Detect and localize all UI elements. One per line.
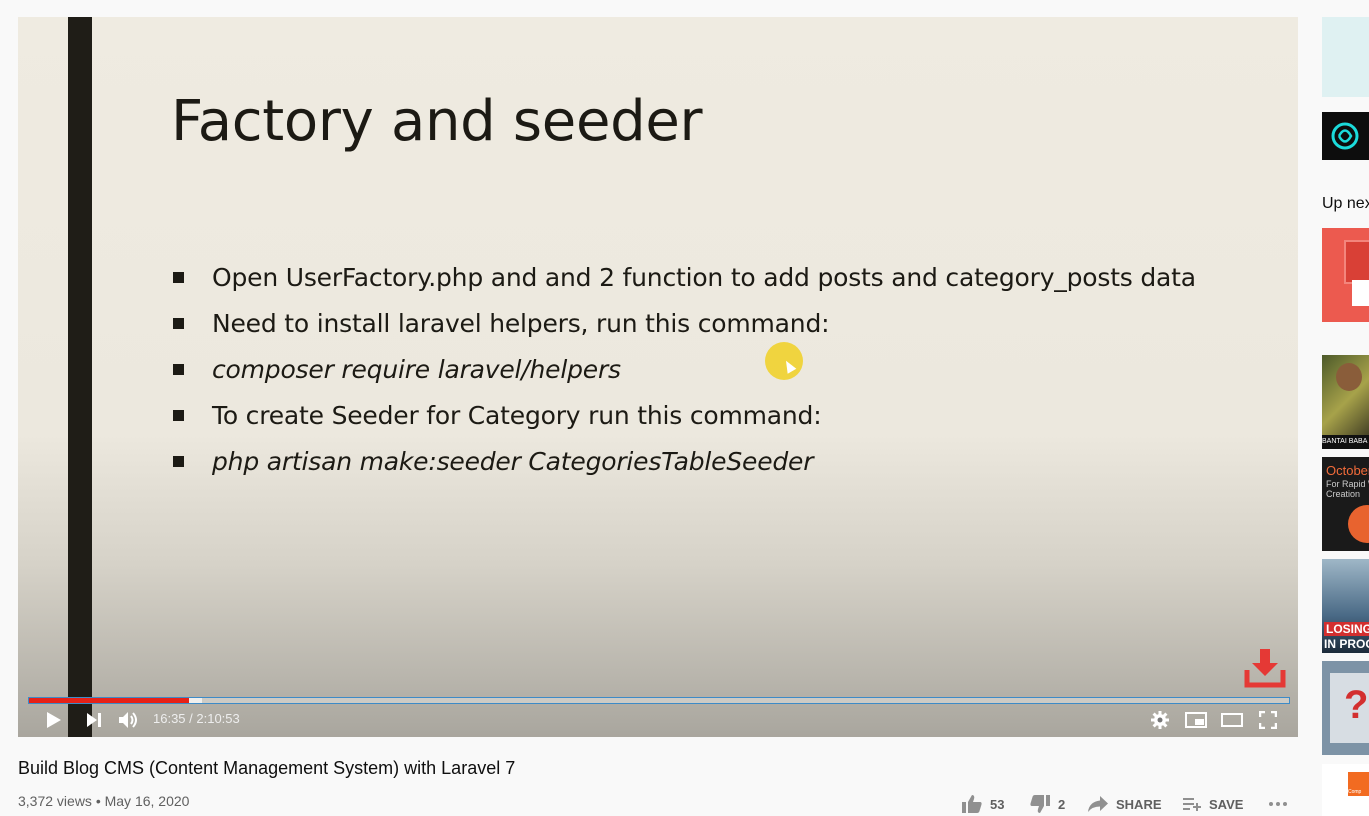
thumbnail[interactable]: October For Rapid W Creation [1322,457,1369,551]
up-next-label: Up nex [1322,195,1369,212]
slide-title: Factory and seeder [171,89,703,154]
settings-icon [1151,711,1169,729]
volume-icon [119,712,137,728]
thumbnail-graphic [1336,363,1362,391]
dislike-count: 2 [1058,796,1066,812]
more-actions-button[interactable] [1268,792,1296,816]
sidebar: Up nex BANTAI BABA G October For Rapid W… [1322,0,1369,816]
fullscreen-icon [1259,711,1277,729]
thumbs-up-icon [962,795,982,813]
next-icon [86,713,101,727]
slide-bullet: Open UserFactory.php and and 2 function … [173,257,1196,297]
miniplayer-icon [1185,712,1207,728]
like-button[interactable]: 53 [962,792,1004,816]
playlist-add-icon [1183,798,1201,811]
more-icon [1269,802,1287,806]
thumbnail-caption: LOSING [1324,622,1369,636]
thumbnail-caption: For Rapid W [1326,479,1369,489]
video-meta: 3,372 views • May 16, 2020 [18,793,190,809]
bullet-square-icon [173,455,184,467]
bullet-square-icon [173,271,184,283]
thumbnail-caption: BANTAI BABA G [1322,435,1369,449]
thumbnail[interactable]: ? [1322,661,1369,755]
slide-bullet: To create Seeder for Category run this c… [173,395,822,435]
question-mark-icon: ? [1344,683,1369,727]
brand-logo-icon [1331,122,1359,150]
player-controls: 16:35 / 2:10:53 [18,703,1298,737]
thumbnail-caption: IN PROG [1324,637,1369,651]
thumbnail[interactable]: BANTAI BABA G [1322,355,1369,449]
save-label: SAVE [1209,796,1244,812]
bullet-square-icon [173,409,184,421]
thumbnail-caption: Comp [1348,772,1369,796]
time-display: 16:35 / 2:10:53 [153,711,240,726]
save-button[interactable]: SAVE [1183,792,1243,816]
thumbnail[interactable] [1322,228,1369,322]
thumbnail[interactable]: LOSING IN PROG [1322,559,1369,653]
slide-side-bar [68,17,92,737]
slide-bullet: Need to install laravel helpers, run thi… [173,303,830,343]
share-button[interactable]: SHARE [1088,792,1162,816]
miniplayer-button[interactable] [1182,703,1210,737]
volume-button[interactable] [115,703,143,737]
thumbs-down-icon [1030,795,1050,813]
next-button[interactable] [80,703,108,737]
thumbnail-graphic [1344,240,1369,284]
like-count: 53 [990,796,1005,812]
bullet-square-icon [173,363,184,375]
thumbnail-caption: Creation [1326,489,1361,499]
ad-logo[interactable] [1322,112,1369,160]
play-button[interactable] [40,703,68,737]
dislike-button[interactable]: 2 [1030,792,1065,816]
settings-button[interactable] [1146,703,1174,737]
thumbnail-graphic [1348,505,1369,543]
theater-button[interactable] [1218,703,1246,737]
thumbnail-graphic [1352,280,1369,306]
download-icon[interactable] [1244,646,1286,690]
bullet-square-icon [173,317,184,329]
video-title: Build Blog CMS (Content Management Syste… [18,758,516,778]
ad-banner[interactable] [1322,17,1369,97]
fullscreen-button[interactable] [1254,703,1282,737]
thumbnail-caption: October [1326,463,1369,478]
share-icon [1088,796,1108,812]
slide-bullet: php artisan make:seeder CategoriesTableS… [173,441,814,481]
share-label: SHARE [1116,796,1162,812]
play-icon [47,712,61,728]
thumbnail[interactable]: Comp [1322,764,1369,816]
video-player[interactable]: Factory and seeder Open UserFactory.php … [18,17,1298,737]
slide-bullet: composer require laravel/helpers [173,349,621,389]
theater-icon [1221,713,1243,727]
